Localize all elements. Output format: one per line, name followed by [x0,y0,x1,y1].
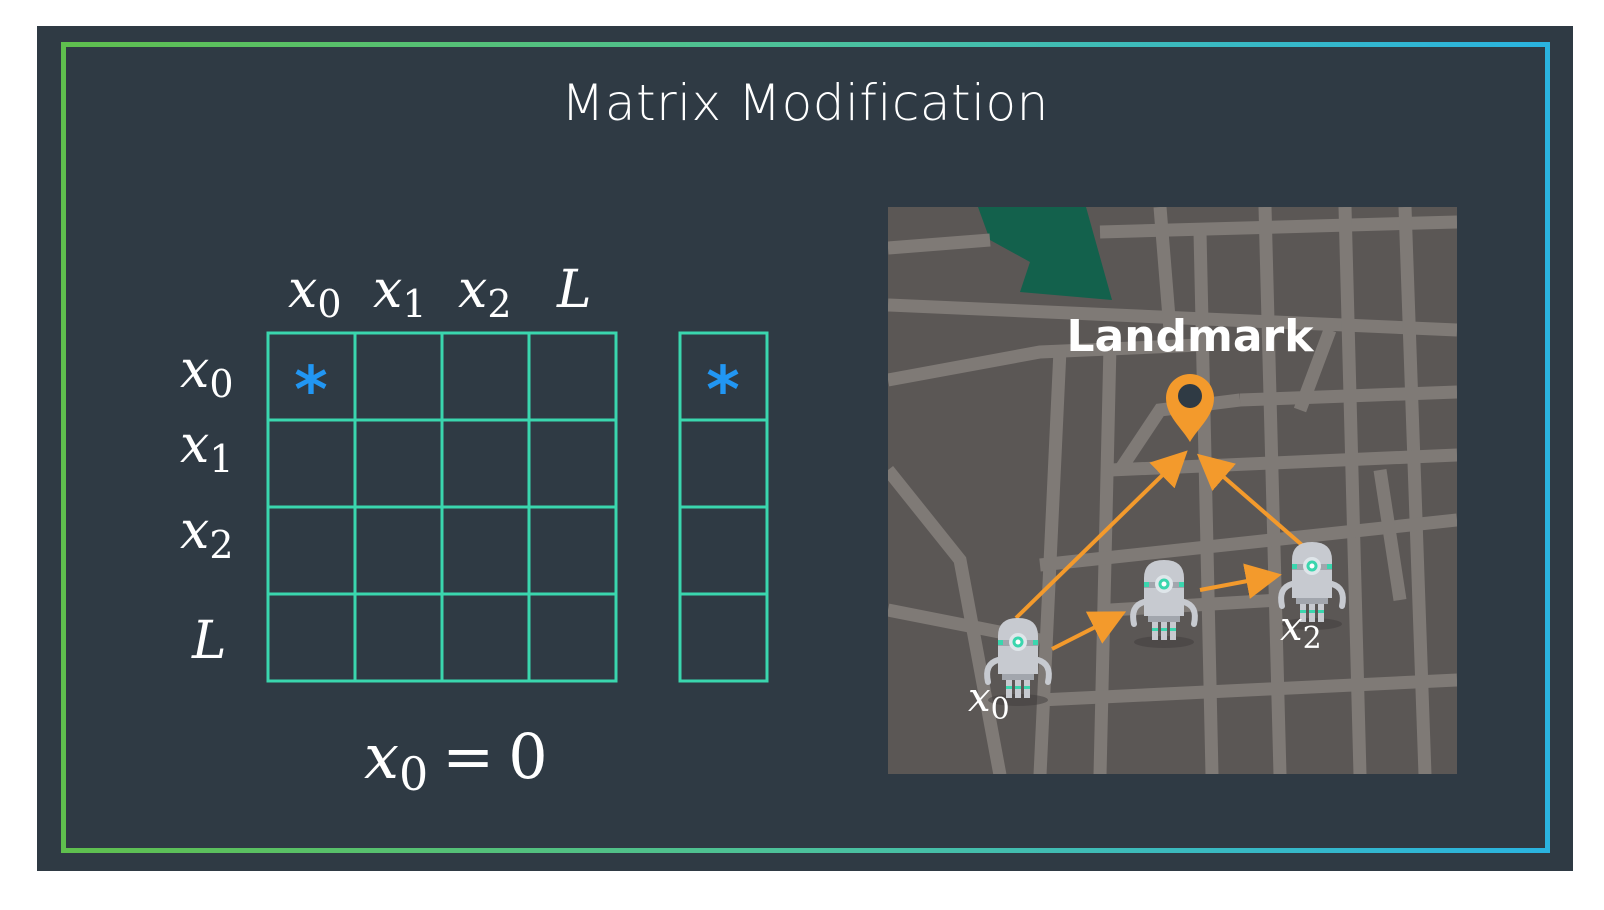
row-header-x1: x1 [180,415,234,481]
matrix-star-marker: * [294,354,327,428]
vector-cell [678,505,769,596]
matrix-cell [440,331,531,422]
vector-cell [678,592,769,683]
matrix-column-headers: x0 x1 x2 L [288,260,592,326]
xi-vector: * [678,331,769,683]
matrix-cell [353,331,444,422]
matrix-cell [527,418,618,509]
row-header-x0: x0 [180,340,234,406]
map-panel: Landmark x0 x2 [888,207,1457,774]
matrix-cell [527,505,618,596]
matrix-cell [440,592,531,683]
vector-star-marker: * [706,354,739,428]
matrix-cell [440,418,531,509]
omega-matrix: * [266,331,618,683]
col-header-x2: x2 [458,260,512,326]
row-header-L: L [191,611,227,671]
col-header-x0: x0 [288,260,342,326]
matrix-row-headers: x0 x1 x2 L [180,340,234,671]
matrix-cell [353,592,444,683]
diagram: x0 x1 x2 L x0 x1 x2 L * * x0 = 0 Landmar… [180,207,1457,801]
matrix-cell [353,418,444,509]
matrix-cell [266,592,357,683]
matrix-cell [527,592,618,683]
col-header-L: L [556,260,592,320]
matrix-cell [266,505,357,596]
vector-cell [678,418,769,509]
matrix-cell [527,331,618,422]
row-header-x2: x2 [180,501,234,567]
matrix-cell [353,505,444,596]
landmark-label: Landmark [1066,311,1315,362]
matrix-cell [440,505,531,596]
constraint-equation: x0 = 0 [364,720,548,801]
col-header-x1: x1 [373,260,427,326]
matrix-cell [266,418,357,509]
